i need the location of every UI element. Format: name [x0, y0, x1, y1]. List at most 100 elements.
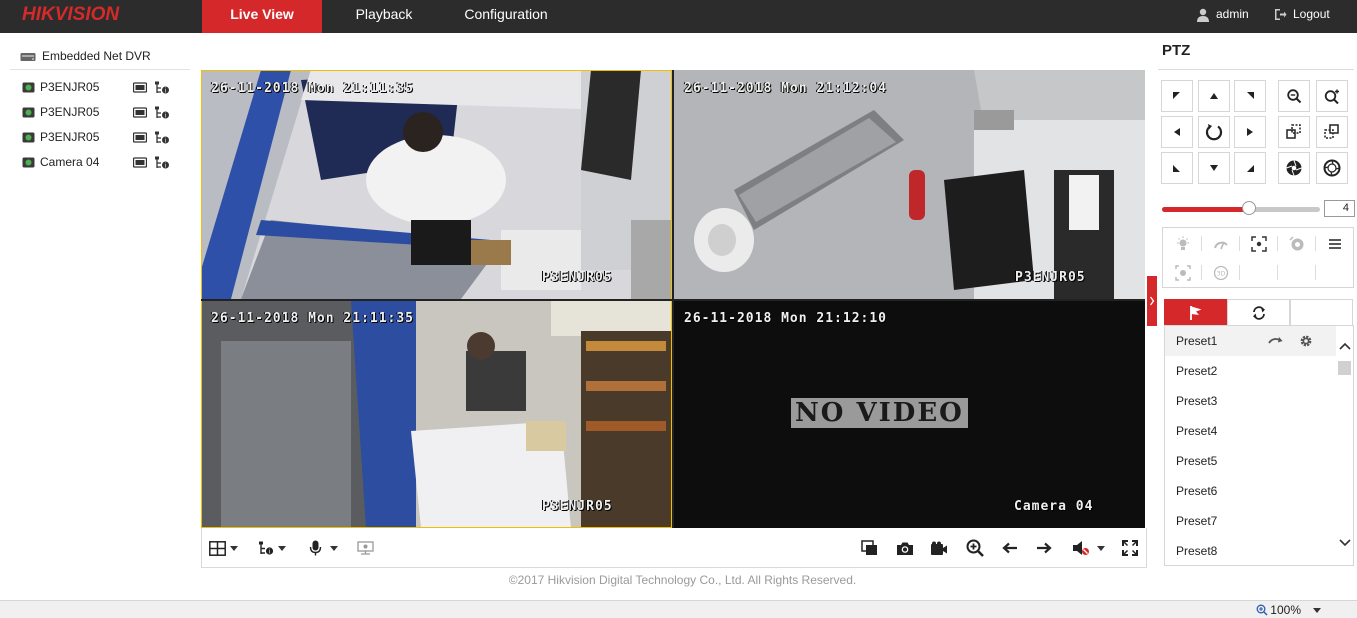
record-icon	[931, 541, 947, 555]
tab-configuration[interactable]: Configuration	[448, 0, 564, 33]
lens-initialization-icon	[1289, 235, 1304, 250]
ptz-down-right-button[interactable]	[1234, 152, 1266, 184]
tree-root-dvr[interactable]: Embedded Net DVR	[10, 38, 190, 70]
digital-ptz-button[interactable]	[357, 538, 374, 558]
focus-near-button[interactable]	[1278, 116, 1310, 148]
ptz-up-right-button[interactable]	[1234, 80, 1266, 112]
tree-camera-item[interactable]: P3ENJR05 i	[10, 125, 190, 150]
volume-button[interactable]	[1072, 538, 1105, 558]
preset-item[interactable]: Preset1	[1165, 326, 1353, 356]
digital-zoom-button[interactable]	[966, 538, 984, 558]
microphone-button[interactable]	[309, 538, 338, 558]
osd-timestamp: 26-11-2018 Mon 21:12:10	[684, 311, 888, 326]
preset-item[interactable]: Preset2	[1165, 356, 1353, 386]
fullscreen-icon	[1122, 540, 1138, 556]
ptz-aux-functions: 3D	[1162, 227, 1354, 288]
preset-scrollbar[interactable]	[1336, 326, 1353, 565]
stream-info-icon[interactable]: i	[154, 106, 170, 120]
preset-item[interactable]: Preset3	[1165, 386, 1353, 416]
tab-patrol[interactable]	[1227, 299, 1290, 326]
3d-positioning-button[interactable]: 3D	[1202, 258, 1240, 287]
3d-positioning-icon: 3D	[1213, 265, 1229, 280]
tab-preset[interactable]	[1164, 299, 1227, 326]
osd-timestamp: 26-11-2018 Mon 21:11:35	[211, 81, 415, 96]
stream-info-icon[interactable]: i	[154, 81, 170, 95]
light-button[interactable]	[1164, 229, 1202, 258]
ptz-down-left-button[interactable]	[1161, 152, 1193, 184]
scrollbar-thumb[interactable]	[1338, 361, 1351, 375]
auxiliary-focus-button[interactable]	[1240, 229, 1278, 258]
zoom-out-button[interactable]	[1278, 80, 1310, 112]
fullscreen-button[interactable]	[1122, 538, 1138, 558]
call-preset-icon[interactable]	[1268, 335, 1284, 347]
zoom-control[interactable]: 100%	[1256, 603, 1321, 617]
collapse-panel-button[interactable]	[1147, 276, 1157, 326]
chevron-down-icon	[330, 545, 338, 551]
gear-icon[interactable]	[1299, 334, 1313, 348]
svg-text:3D: 3D	[1217, 270, 1226, 277]
chevron-up-icon[interactable]	[1339, 342, 1351, 350]
camera-online-icon	[22, 132, 35, 143]
start-preview-icon[interactable]	[133, 131, 147, 143]
user-icon	[1197, 8, 1209, 22]
arrow-down-left-icon	[1173, 165, 1180, 172]
auxiliary-focus-icon	[1251, 235, 1267, 252]
stream-info-icon[interactable]: i	[154, 131, 170, 145]
window-layout-button[interactable]	[209, 538, 238, 558]
start-preview-icon[interactable]	[133, 106, 147, 118]
chevron-down-icon[interactable]	[1339, 539, 1351, 547]
ptz-auto-scan-button[interactable]	[1198, 116, 1230, 148]
start-preview-icon[interactable]	[133, 81, 147, 93]
user-menu[interactable]: admin	[1196, 0, 1249, 33]
tree-root-label: Embedded Net DVR	[42, 49, 151, 63]
more-settings-button[interactable]	[1316, 229, 1354, 258]
stop-all-preview-button[interactable]	[861, 538, 878, 558]
preset-item[interactable]: Preset8	[1165, 536, 1353, 565]
preset-item[interactable]: Preset4	[1165, 416, 1353, 446]
tab-pattern[interactable]	[1290, 299, 1353, 326]
ptz-up-button[interactable]	[1198, 80, 1230, 112]
microphone-icon	[309, 540, 322, 556]
focus-far-button[interactable]	[1316, 116, 1348, 148]
iris-close-button[interactable]	[1278, 152, 1310, 184]
ptz-right-button[interactable]	[1234, 116, 1266, 148]
stream-type-button[interactable]: i	[258, 538, 286, 558]
ptz-down-button[interactable]	[1198, 152, 1230, 184]
tab-playback[interactable]: Playback	[334, 0, 434, 33]
preset-item[interactable]: Preset5	[1165, 446, 1353, 476]
osd-camera-name: P3ENJR05	[1015, 270, 1086, 285]
preset-label: Preset4	[1176, 424, 1218, 438]
record-button[interactable]	[930, 538, 948, 558]
preset-item[interactable]: Preset7	[1165, 506, 1353, 536]
start-preview-icon[interactable]	[133, 156, 147, 168]
lens-init-button[interactable]	[1278, 229, 1316, 258]
previous-page-button[interactable]	[1002, 538, 1018, 558]
tab-live-view[interactable]: Live View	[202, 0, 322, 33]
tree-camera-item[interactable]: P3ENJR05 i	[10, 100, 190, 125]
ptz-up-left-button[interactable]	[1161, 80, 1193, 112]
video-tile[interactable]: 26-11-2018 Mon 21:11:35 P3ENJR05	[201, 70, 672, 299]
window-layout-icon	[209, 540, 226, 556]
video-tile[interactable]: 26-11-2018 Mon 21:11:35 P3ENJR05	[201, 301, 672, 528]
app-root: HIKVISION Live View Playback Configurati…	[0, 0, 1357, 618]
logout-button[interactable]: Logout	[1274, 0, 1330, 33]
ptz-title: PTZ	[1162, 42, 1191, 59]
iris-close-icon	[1286, 160, 1302, 176]
arrow-down-right-icon	[1247, 165, 1254, 172]
slider-handle[interactable]	[1241, 201, 1256, 215]
stream-info-icon[interactable]: i	[154, 156, 170, 170]
zoom-in-icon	[1324, 89, 1339, 104]
tree-camera-item[interactable]: Camera 04 i	[10, 150, 190, 175]
next-page-button[interactable]	[1036, 538, 1052, 558]
preset-item[interactable]: Preset6	[1165, 476, 1353, 506]
iris-open-button[interactable]	[1316, 152, 1348, 184]
chevron-down-icon	[1313, 607, 1321, 613]
wiper-button[interactable]	[1202, 229, 1240, 258]
ptz-left-button[interactable]	[1161, 116, 1193, 148]
zoom-in-button[interactable]	[1316, 80, 1348, 112]
capture-button[interactable]	[896, 538, 914, 558]
tree-camera-item[interactable]: P3ENJR05 i	[10, 75, 190, 100]
manual-tracking-button[interactable]	[1164, 258, 1202, 287]
video-tile[interactable]: 26-11-2018 Mon 21:12:04 P3ENJR05	[674, 70, 1145, 299]
chevron-right-icon	[1149, 296, 1155, 306]
